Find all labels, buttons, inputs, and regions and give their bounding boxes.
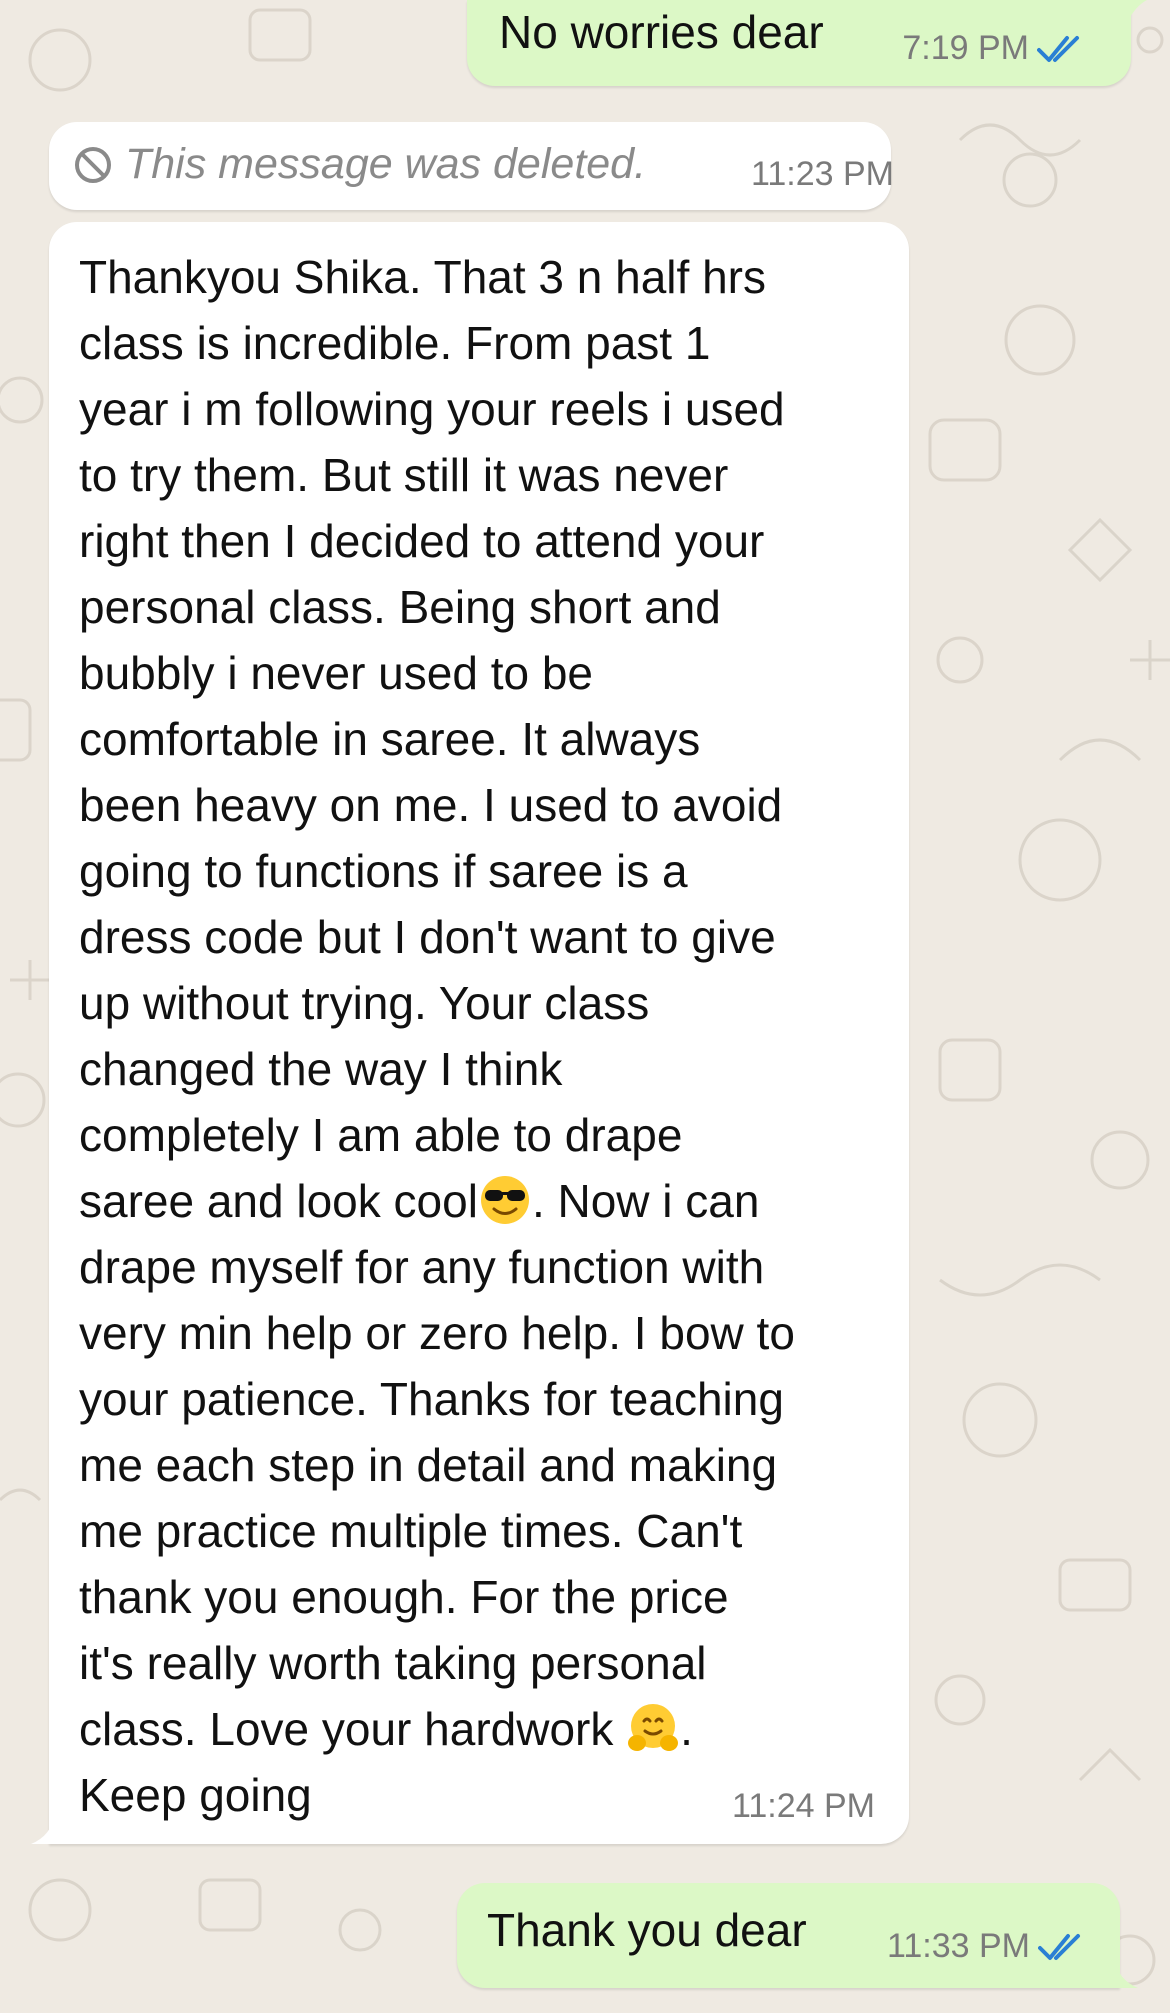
message-meta: 11:23 PM bbox=[751, 155, 894, 194]
prohibited-icon bbox=[75, 146, 111, 183]
double-check-read-icon bbox=[1037, 35, 1079, 62]
message-line: changed the way I think bbox=[79, 1043, 563, 1095]
message-line: comfortable in saree. It always bbox=[79, 713, 701, 765]
message-line: very min help or zero help. I bow to bbox=[79, 1307, 795, 1359]
message-meta: 7:19 PM bbox=[902, 29, 1085, 68]
message-line: me each step in detail and making bbox=[79, 1439, 778, 1491]
message-line: drape myself for any function with bbox=[79, 1241, 765, 1293]
message-line: dress code but I don't want to give bbox=[79, 911, 776, 963]
message-line: class is incredible. From past 1 bbox=[79, 317, 711, 369]
message-line: completely I am able to drape bbox=[79, 1109, 683, 1161]
message-line: right then I decided to attend your bbox=[79, 515, 765, 567]
message-line: been heavy on me. I used to avoid bbox=[79, 779, 783, 831]
message-line: Thankyou Shika. That 3 n half hrs bbox=[79, 251, 766, 303]
bubble-tail-icon bbox=[31, 1814, 65, 1844]
message-meta: 11:33 PM bbox=[887, 1927, 1086, 1966]
message-line: personal class. Being short and bbox=[79, 581, 721, 633]
message-line: thank you enough. For the price bbox=[79, 1571, 729, 1623]
message-line: saree and look cool . Now i can bbox=[79, 1168, 795, 1234]
message-time: 11:33 PM bbox=[886, 1927, 1030, 1965]
message-line-part: saree and look cool bbox=[79, 1175, 478, 1227]
message-text: No worries dear bbox=[499, 6, 824, 58]
deleted-notice: This message was deleted. bbox=[73, 140, 646, 189]
double-check-read-icon bbox=[1038, 1933, 1080, 1960]
message-line: to try them. But still it was never bbox=[79, 449, 729, 501]
bubble-tail-icon bbox=[1117, 0, 1147, 26]
message-line: it's really worth taking personal bbox=[79, 1637, 707, 1689]
message-line-part: . Now i can bbox=[531, 1175, 760, 1227]
outgoing-message-bubble[interactable]: No worries dear 7:19 PM bbox=[467, 0, 1147, 86]
message-line-part: class. Love your hardwork bbox=[79, 1703, 627, 1755]
smiling-face-with-sunglasses-icon bbox=[480, 1176, 529, 1224]
deleted-text: This message was deleted. bbox=[125, 140, 647, 188]
message-line: Keep going bbox=[79, 1769, 312, 1821]
message-text: Thank you dear bbox=[487, 1904, 807, 1956]
hugging-face-icon bbox=[628, 1704, 679, 1751]
message-time: 11:23 PM bbox=[751, 155, 895, 193]
message-line: going to functions if saree is a bbox=[79, 845, 688, 897]
outgoing-message-bubble[interactable]: Thank you dear 11:33 PM bbox=[457, 1883, 1138, 1988]
message-line-part: . bbox=[680, 1703, 693, 1755]
deleted-message-bubble[interactable]: This message was deleted. 11:23 PM bbox=[49, 122, 894, 210]
message-line: bubbly i never used to be bbox=[79, 647, 594, 699]
message-meta: 11:24 PM bbox=[732, 1787, 875, 1826]
message-time: 11:24 PM bbox=[731, 1787, 875, 1825]
message-line: class. Love your hardwork . bbox=[79, 1696, 795, 1762]
incoming-message-bubble[interactable]: Thankyou Shika. That 3 n half hrs class … bbox=[31, 222, 909, 1844]
bubble-tail-icon bbox=[1104, 1958, 1138, 1988]
message-line: year i m following your reels i used bbox=[79, 383, 785, 435]
message-line: your patience. Thanks for teaching bbox=[79, 1373, 784, 1425]
message-line: up without trying. Your class bbox=[79, 977, 650, 1029]
message-time: 7:19 PM bbox=[902, 29, 1029, 67]
message-line: me practice multiple times. Can't bbox=[79, 1505, 743, 1557]
message-body: Thankyou Shika. That 3 n half hrs class … bbox=[79, 244, 795, 1828]
